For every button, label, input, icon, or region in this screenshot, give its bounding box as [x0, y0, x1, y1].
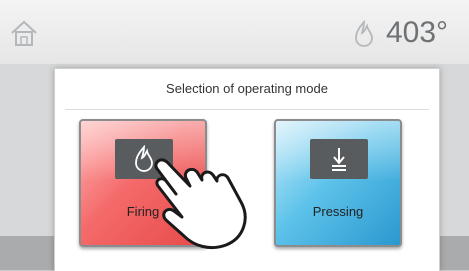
pressing-mode-button[interactable]: Pressing: [274, 119, 402, 247]
dialog-title: Selection of operating mode: [166, 81, 328, 96]
flame-icon: [355, 20, 373, 47]
home-icon[interactable]: [10, 20, 38, 46]
top-bar: 403°: [0, 0, 469, 65]
pressing-icon-box: [310, 139, 368, 179]
pressing-label: Pressing: [312, 204, 364, 219]
press-down-icon: [332, 148, 346, 171]
pointing-hand-icon: [154, 158, 247, 250]
divider: [65, 109, 429, 110]
temperature-readout: 403°: [386, 16, 449, 49]
